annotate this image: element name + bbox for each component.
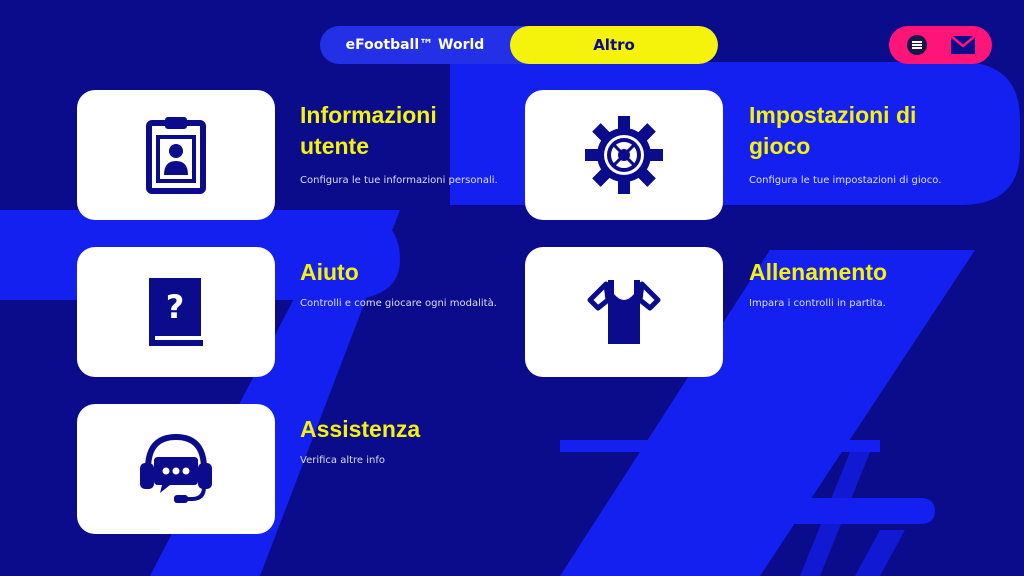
desc-aiuto: Controlli e come giocare ogni modalità. — [300, 298, 497, 309]
mail-icon[interactable] — [950, 34, 976, 56]
title-informazioni-utente: Informazioni utente — [300, 102, 437, 159]
svg-text:?: ? — [166, 288, 185, 326]
card-assistenza[interactable] — [77, 404, 275, 534]
desc-impostazioni-gioco: Configura le tue impostazioni di gioco. — [749, 175, 942, 186]
title-aiuto: Aiuto — [300, 259, 359, 285]
desc-informazioni-utente: Configura le tue informazioni personali. — [300, 175, 498, 186]
title-impostazioni-gioco: Impostazioni di gioco — [749, 102, 917, 159]
help-book-icon: ? — [149, 278, 203, 346]
support-headset-icon — [140, 433, 212, 503]
card-allenamento[interactable] — [525, 247, 723, 377]
desc-assistenza: Verifica altre info — [300, 455, 386, 466]
card-informazioni-utente[interactable] — [77, 90, 275, 220]
title-assistenza: Assistenza — [300, 416, 421, 442]
card-aiuto[interactable]: ? — [77, 247, 275, 377]
tab-efootball-world[interactable]: eFootball™ World — [320, 26, 510, 64]
title-allenamento: Allenamento — [749, 259, 888, 285]
training-shirt-icon — [587, 280, 661, 344]
gear-icon — [585, 116, 663, 194]
top-tabs: eFootball™ World Altro — [320, 26, 718, 64]
user-card-icon — [146, 117, 206, 194]
top-right-controls — [889, 26, 992, 64]
card-impostazioni-gioco[interactable] — [525, 90, 723, 220]
tab-altro[interactable]: Altro — [510, 26, 718, 64]
desc-allenamento: Impara i controlli in partita. — [749, 298, 886, 309]
menu-icon[interactable] — [907, 35, 927, 55]
